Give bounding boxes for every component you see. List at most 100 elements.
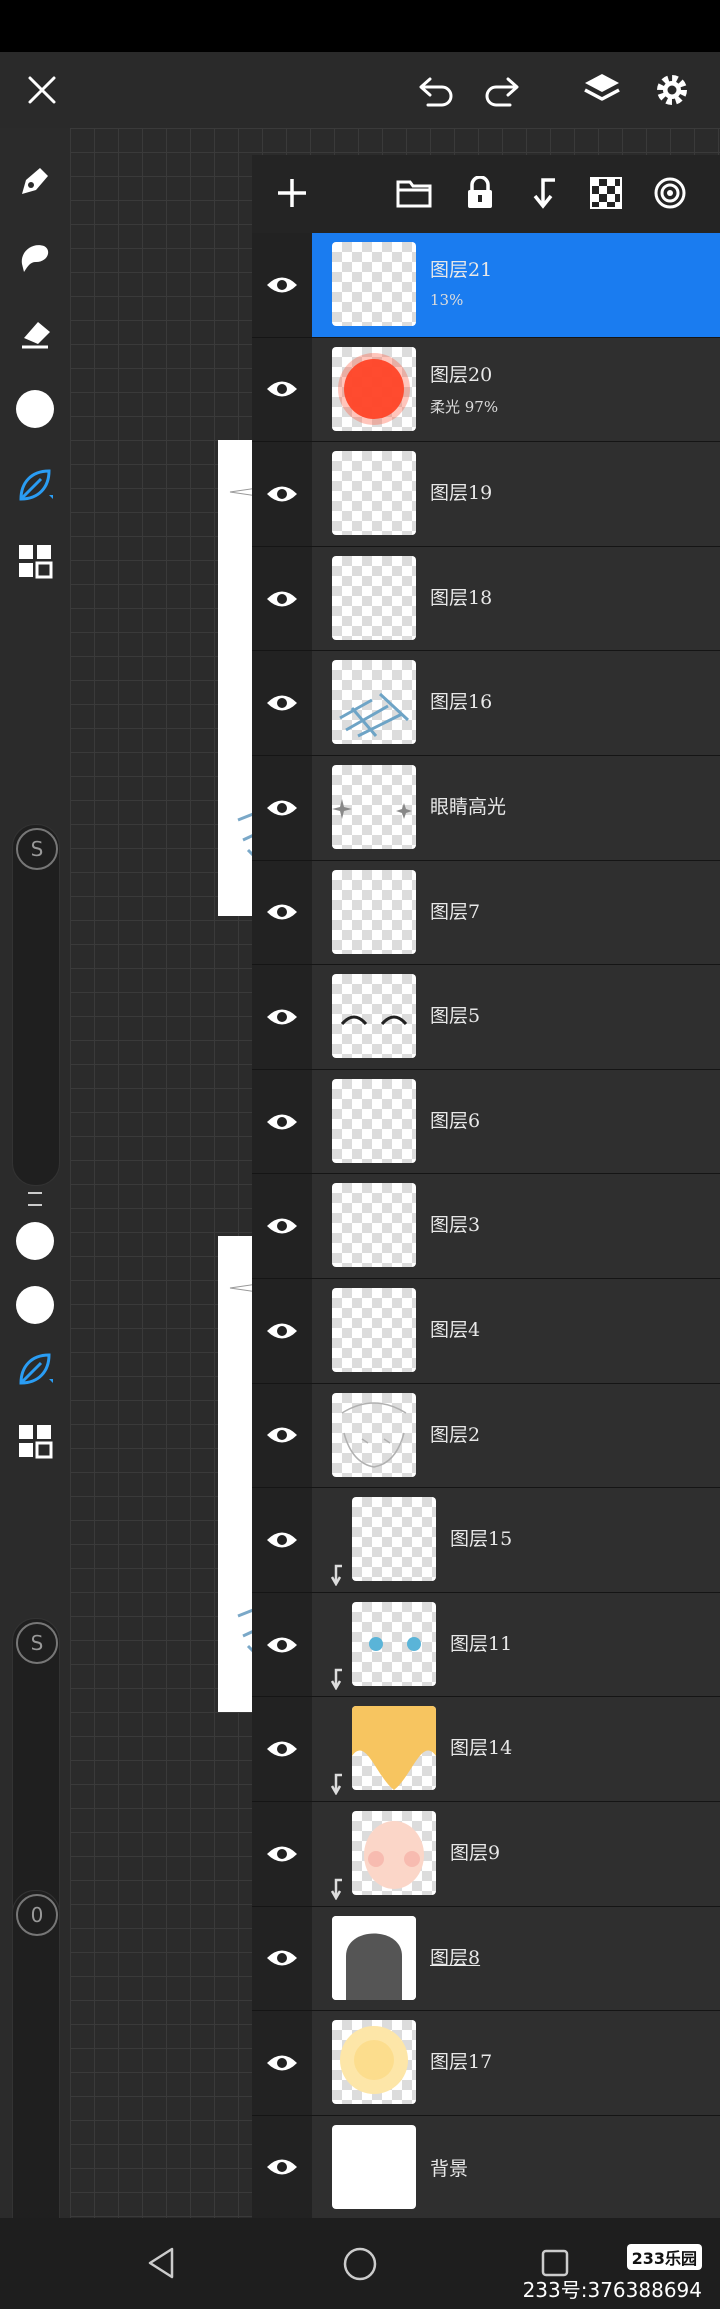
brush-icon[interactable] — [12, 462, 58, 508]
visibility-eye-cell[interactable] — [252, 1278, 312, 1383]
layer-row[interactable]: 图层17 — [252, 2011, 720, 2116]
lock-icon[interactable] — [458, 171, 502, 215]
visibility-eye-cell[interactable] — [252, 651, 312, 755]
layer-row[interactable]: 眼睛高光 — [252, 755, 720, 861]
grid-menu-icon[interactable] — [12, 538, 58, 584]
visibility-eye-cell[interactable] — [252, 233, 312, 337]
eye-icon[interactable] — [265, 1320, 299, 1342]
layer-row[interactable]: 图层9 — [252, 1801, 720, 1907]
eye-icon[interactable] — [265, 1215, 299, 1237]
plus-icon[interactable] — [270, 171, 314, 215]
pen-icon[interactable] — [12, 158, 58, 204]
visibility-eye-cell[interactable] — [252, 546, 312, 651]
visibility-eye-cell[interactable] — [252, 1069, 312, 1174]
layer-thumbnail[interactable] — [352, 1706, 436, 1791]
layer-thumbnail[interactable] — [332, 869, 416, 954]
layer-row[interactable]: 图层20 柔光 97% — [252, 337, 720, 443]
brush-size-slider[interactable]: S — [12, 824, 60, 1186]
scroll-handle-icon[interactable] — [28, 1192, 42, 1206]
eye-icon[interactable] — [265, 1843, 299, 1865]
color-swatch[interactable] — [12, 386, 58, 432]
gear-icon[interactable] — [648, 66, 696, 114]
color-swatch-3[interactable] — [12, 1282, 58, 1328]
opacity-slider[interactable]: 0 — [12, 1890, 60, 2252]
layer-thumbnail[interactable] — [332, 2124, 416, 2209]
layer-thumbnail[interactable] — [332, 2020, 416, 2105]
eye-icon[interactable] — [265, 1947, 299, 1969]
layer-row[interactable]: 图层15 — [252, 1488, 720, 1593]
layer-row[interactable]: 图层6 — [252, 1069, 720, 1175]
layer-thumbnail[interactable] — [332, 451, 416, 536]
eraser-icon[interactable] — [12, 310, 58, 356]
visibility-eye-cell[interactable] — [252, 337, 312, 442]
layer-row[interactable]: 图层2 — [252, 1383, 720, 1489]
close-icon[interactable] — [18, 66, 66, 114]
eye-icon[interactable] — [265, 1634, 299, 1656]
eye-icon[interactable] — [265, 378, 299, 400]
layer-thumbnail[interactable] — [352, 1810, 436, 1895]
visibility-eye-cell[interactable] — [252, 755, 312, 860]
eye-icon[interactable] — [265, 1111, 299, 1133]
redo-icon[interactable] — [478, 66, 526, 114]
eye-icon[interactable] — [265, 1529, 299, 1551]
layer-thumbnail[interactable] — [332, 1392, 416, 1477]
visibility-eye-cell[interactable] — [252, 1906, 312, 2011]
layer-row[interactable]: 背景 — [252, 2115, 720, 2221]
layer-row[interactable]: 图层3 — [252, 1174, 720, 1279]
layer-row[interactable]: 图层4 — [252, 1278, 720, 1384]
eye-icon[interactable] — [265, 1006, 299, 1028]
back-icon[interactable] — [146, 2246, 176, 2284]
layer-thumbnail[interactable] — [332, 555, 416, 640]
layer-thumbnail[interactable] — [332, 1915, 416, 2000]
layers-icon[interactable] — [578, 66, 626, 114]
grid-menu-icon-2[interactable] — [12, 1418, 58, 1464]
visibility-eye-cell[interactable] — [252, 1174, 312, 1278]
folder-icon[interactable] — [392, 171, 436, 215]
blend-target-icon[interactable] — [648, 171, 692, 215]
undo-icon[interactable] — [412, 66, 460, 114]
visibility-eye-cell[interactable] — [252, 965, 312, 1069]
layer-thumbnail[interactable] — [332, 346, 416, 431]
layer-thumbnail[interactable] — [332, 1078, 416, 1163]
layer-row[interactable]: 图层14 — [252, 1697, 720, 1802]
layer-thumbnail[interactable] — [332, 974, 416, 1059]
visibility-eye-cell[interactable] — [252, 2011, 312, 2115]
layer-thumbnail[interactable] — [332, 242, 416, 326]
layer-row[interactable]: 图层19 — [252, 442, 720, 547]
brush-icon-2[interactable] — [12, 1346, 58, 1392]
eye-icon[interactable] — [265, 692, 299, 714]
color-swatch-2[interactable] — [12, 1218, 58, 1264]
eye-icon[interactable] — [265, 2052, 299, 2074]
layer-row[interactable]: 图层21 13% — [252, 233, 720, 338]
visibility-eye-cell[interactable] — [252, 1697, 312, 1801]
eye-icon[interactable] — [265, 1424, 299, 1446]
visibility-eye-cell[interactable] — [252, 860, 312, 965]
layer-thumbnail[interactable] — [352, 1601, 436, 1686]
layer-thumbnail[interactable] — [332, 660, 416, 745]
eye-icon[interactable] — [265, 797, 299, 819]
checker-icon[interactable] — [584, 171, 628, 215]
eye-icon[interactable] — [265, 588, 299, 610]
layer-row[interactable]: 图层18 — [252, 546, 720, 652]
visibility-eye-cell[interactable] — [252, 1383, 312, 1488]
visibility-eye-cell[interactable] — [252, 1801, 312, 1906]
eye-icon[interactable] — [265, 901, 299, 923]
eye-icon[interactable] — [265, 274, 299, 296]
layer-thumbnail[interactable] — [332, 764, 416, 849]
layer-thumbnail[interactable] — [352, 1497, 436, 1582]
layer-thumbnail[interactable] — [332, 1183, 416, 1268]
smudge-icon[interactable] — [12, 234, 58, 280]
layer-row[interactable]: 图层16 — [252, 651, 720, 756]
eye-icon[interactable] — [265, 483, 299, 505]
visibility-eye-cell[interactable] — [252, 2115, 312, 2220]
layer-row[interactable]: 图层11 — [252, 1592, 720, 1698]
visibility-eye-cell[interactable] — [252, 1592, 312, 1697]
layer-thumbnail[interactable] — [332, 1287, 416, 1372]
eye-icon[interactable] — [265, 2156, 299, 2178]
eye-icon[interactable] — [265, 1738, 299, 1760]
visibility-eye-cell[interactable] — [252, 1488, 312, 1592]
layer-row[interactable]: 图层7 — [252, 860, 720, 966]
visibility-eye-cell[interactable] — [252, 442, 312, 546]
layer-row[interactable]: 图层5 — [252, 965, 720, 1070]
layer-row[interactable]: 图层8 — [252, 1906, 720, 2012]
